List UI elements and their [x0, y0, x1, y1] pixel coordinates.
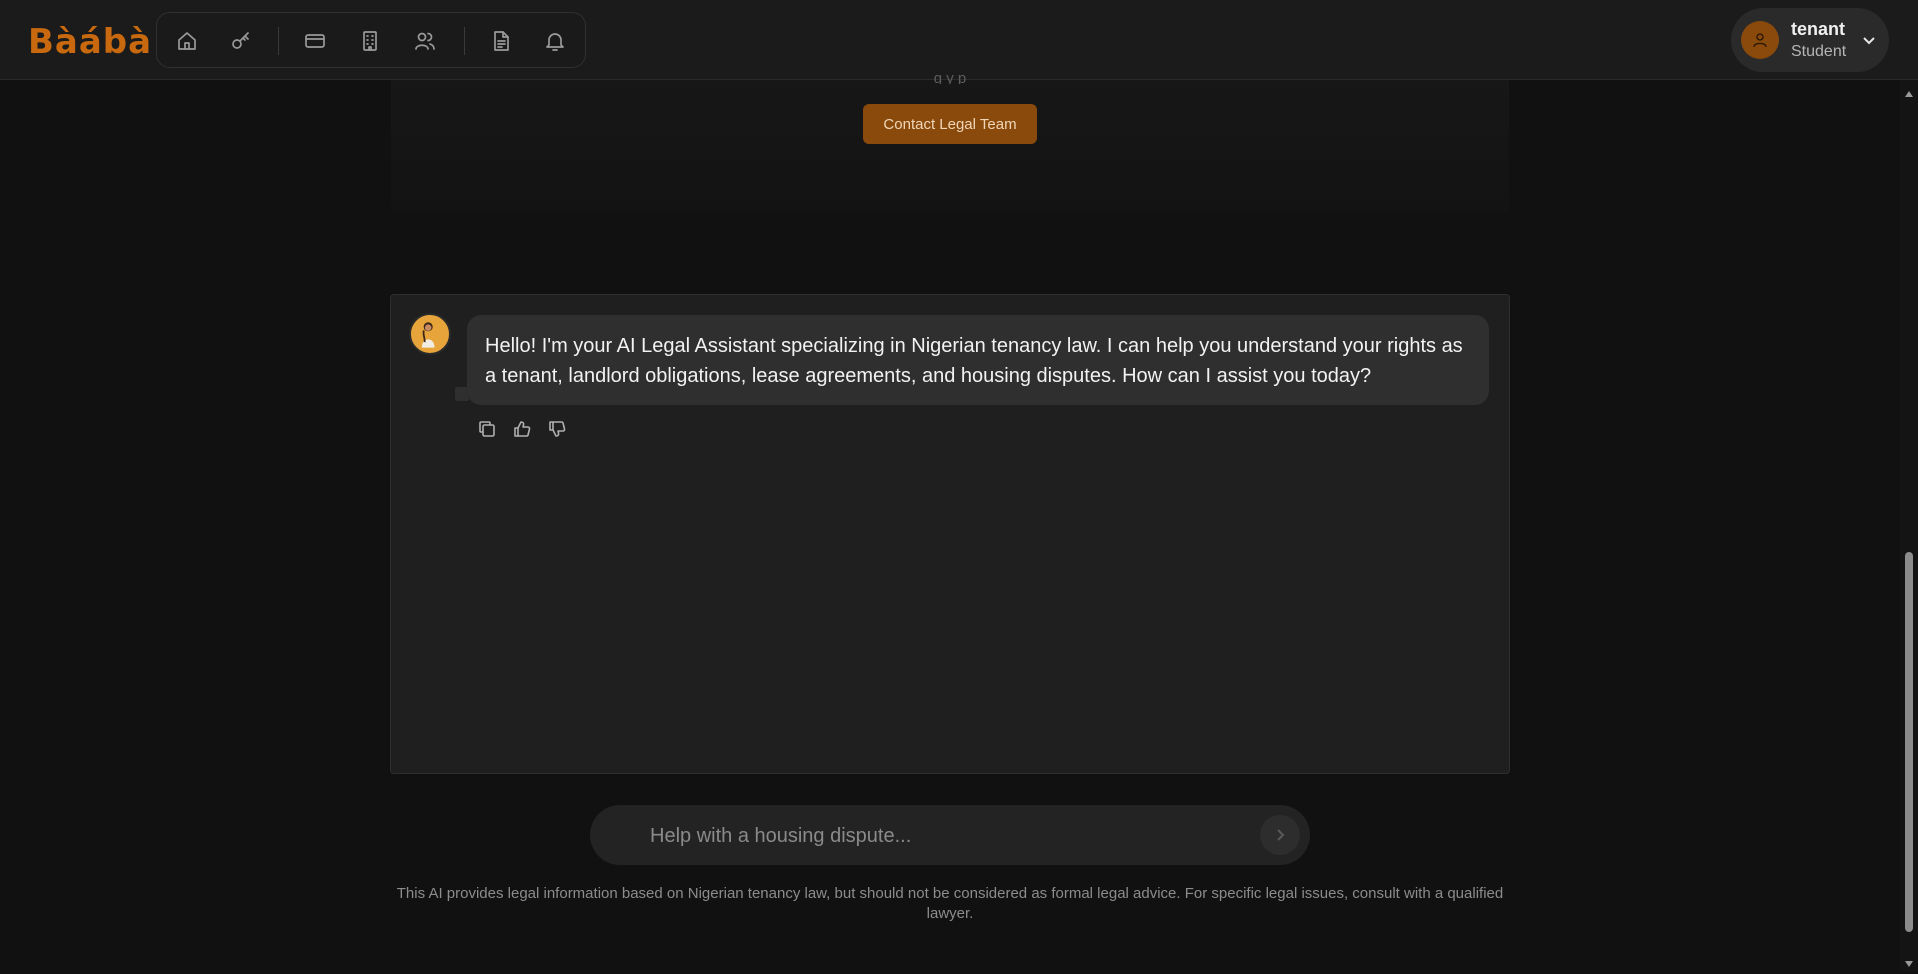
scrollbar-thumb[interactable] — [1905, 552, 1913, 932]
copy-icon[interactable] — [477, 419, 499, 441]
user-name: tenant — [1791, 19, 1845, 39]
legal-help-card: g y p Contact Legal Team — [391, 70, 1509, 212]
user-role: Student — [1791, 43, 1847, 60]
bell-icon[interactable] — [541, 27, 569, 55]
assistant-message: Hello! I'm your AI Legal Assistant speci… — [467, 315, 1489, 405]
nav-divider — [464, 27, 465, 55]
send-button[interactable] — [1260, 815, 1300, 855]
key-icon[interactable] — [227, 27, 255, 55]
chat-panel: Hello! I'm your AI Legal Assistant speci… — [390, 294, 1510, 774]
scroll-up-arrow-icon[interactable] — [1904, 86, 1914, 97]
credit-card-icon[interactable] — [301, 27, 329, 55]
chat-input-bar — [590, 805, 1310, 865]
chat-input[interactable] — [648, 815, 1222, 857]
app-logo[interactable]: Bàábà — [28, 22, 152, 62]
clipped-text: g y p — [933, 70, 967, 84]
user-icon — [1753, 33, 1767, 47]
user-menu[interactable]: tenant Student — [1731, 8, 1889, 72]
chevron-right-icon — [1277, 829, 1285, 841]
nav-divider — [278, 27, 279, 55]
top-navigation-bar: Bàábà tenant Student — [0, 0, 1918, 80]
document-icon[interactable] — [487, 27, 515, 55]
page-scrollbar[interactable] — [1900, 80, 1918, 972]
home-icon[interactable] — [173, 27, 201, 55]
assistant-avatar — [409, 313, 451, 355]
thumbs-down-icon[interactable] — [547, 419, 569, 441]
chevron-down-icon[interactable] — [1861, 32, 1877, 48]
legal-disclaimer: This AI provides legal information based… — [396, 885, 1504, 922]
thumbs-up-icon[interactable] — [512, 419, 534, 441]
nav-icon-group — [156, 12, 586, 68]
users-icon[interactable] — [411, 27, 439, 55]
contact-legal-team-button[interactable]: Contact Legal Team — [863, 104, 1037, 144]
scroll-down-arrow-icon[interactable] — [1904, 956, 1914, 967]
building-icon[interactable] — [356, 27, 384, 55]
user-avatar — [1741, 21, 1779, 59]
